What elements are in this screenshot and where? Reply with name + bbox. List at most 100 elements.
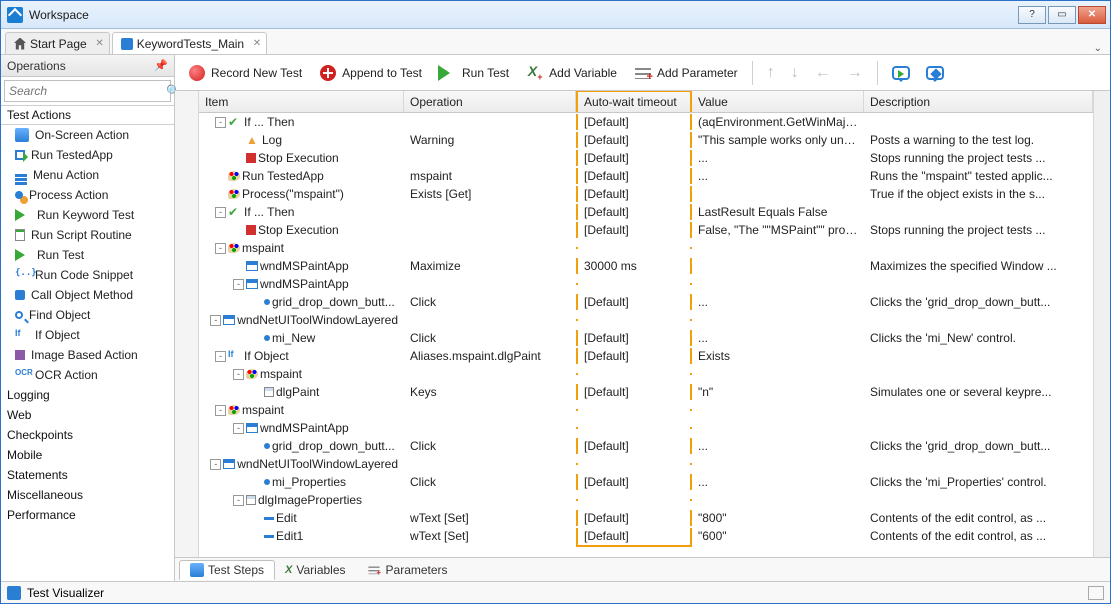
move-right-button[interactable]: → — [841, 62, 869, 84]
category-item[interactable]: Miscellaneous — [1, 485, 174, 505]
close-button[interactable]: ✕ — [1078, 6, 1106, 24]
table-row[interactable]: mi_Properties Click [Default] ... Clicks… — [199, 473, 1093, 491]
category-item[interactable]: Performance — [1, 505, 174, 525]
move-up-button[interactable]: ↑ — [761, 62, 781, 84]
tab-keywordtests-main[interactable]: KeywordTests_Main ✕ — [112, 32, 267, 54]
maximize-button[interactable]: ▭ — [1048, 6, 1076, 24]
table-row[interactable]: -wndMSPaintApp — [199, 275, 1093, 293]
wait-cell: [Default] — [576, 528, 692, 544]
pin-icon[interactable]: 📌 — [154, 59, 168, 72]
description-cell: Contents of the edit control, as ... — [864, 528, 1093, 544]
table-row[interactable]: Process("mspaint") Exists [Get] [Default… — [199, 185, 1093, 203]
operation-item[interactable]: IfIf Object — [1, 325, 174, 345]
comment-tag-button[interactable] — [920, 64, 950, 82]
category-item[interactable]: Checkpoints — [1, 425, 174, 445]
operation-item[interactable]: OCROCR Action — [1, 365, 174, 385]
expand-toggle[interactable]: - — [215, 243, 226, 254]
table-row[interactable]: -wndMSPaintApp — [199, 419, 1093, 437]
close-icon[interactable]: ✕ — [95, 38, 103, 49]
add-variable-button[interactable]: X+Add Variable — [519, 61, 623, 85]
tab-start-page[interactable]: Start Page ✕ — [5, 32, 110, 54]
run-test-button[interactable]: Run Test — [432, 61, 515, 85]
column-auto-wait-timeout[interactable]: Auto-wait timeout — [576, 91, 692, 112]
restore-panel-button[interactable] — [1088, 586, 1104, 600]
expand-toggle[interactable]: - — [210, 315, 221, 326]
description-cell — [864, 409, 1093, 411]
operation-item[interactable]: Run Script Routine — [1, 225, 174, 245]
expand-toggle[interactable]: - — [233, 369, 244, 380]
item-text: If ... Then — [244, 205, 294, 219]
expand-toggle[interactable]: - — [210, 459, 221, 470]
table-row[interactable]: Edit1 wText [Set] [Default] "600" Conten… — [199, 527, 1093, 545]
operation-item[interactable]: Menu Action — [1, 165, 174, 185]
expand-toggle[interactable]: - — [215, 207, 226, 218]
table-row[interactable]: -✔If ... Then [Default] (aqEnvironment.G… — [199, 113, 1093, 131]
expand-toggle[interactable]: - — [233, 495, 244, 506]
tab-test-steps[interactable]: Test Steps — [179, 560, 275, 580]
expand-toggle[interactable]: - — [215, 351, 226, 362]
table-row[interactable]: wndMSPaintApp Maximize 30000 ms Maximize… — [199, 257, 1093, 275]
window-title: Workspace — [29, 8, 1018, 22]
item-text: wndMSPaintApp — [260, 259, 349, 273]
vertical-scrollbar[interactable] — [1093, 91, 1110, 557]
move-down-button[interactable]: ↓ — [785, 62, 805, 84]
search-input[interactable] — [9, 84, 166, 98]
table-row[interactable]: Run TestedApp mspaint [Default] ... Runs… — [199, 167, 1093, 185]
operation-item[interactable]: Find Object — [1, 305, 174, 325]
table-row[interactable]: dlgPaint Keys [Default] "n" Simulates on… — [199, 383, 1093, 401]
category-item[interactable]: Web — [1, 405, 174, 425]
column-operation[interactable]: Operation — [404, 91, 576, 112]
close-icon[interactable]: ✕ — [253, 38, 261, 49]
table-row[interactable]: Edit wText [Set] [Default] "800" Content… — [199, 509, 1093, 527]
operations-search[interactable]: 🔍 — [4, 80, 171, 102]
help-button[interactable]: ? — [1018, 6, 1046, 24]
footer-bar: Test Visualizer — [1, 581, 1110, 603]
table-row[interactable]: -mspaint — [199, 239, 1093, 257]
table-row[interactable]: mi_New Click [Default] ... Clicks the 'm… — [199, 329, 1093, 347]
category-item[interactable]: Mobile — [1, 445, 174, 465]
expand-toggle[interactable]: - — [233, 423, 244, 434]
column-description[interactable]: Description — [864, 91, 1093, 112]
operation-item[interactable]: Run TestedApp — [1, 145, 174, 165]
tab-variables[interactable]: XVariables — [275, 561, 355, 579]
expand-toggle[interactable]: - — [215, 117, 226, 128]
table-row[interactable]: -wndNetUIToolWindowLayered — [199, 455, 1093, 473]
category-test-actions[interactable]: Test Actions — [1, 105, 174, 125]
description-cell: Clicks the 'mi_New' control. — [864, 330, 1093, 346]
append-to-test-button[interactable]: Append to Test — [312, 61, 428, 85]
category-item[interactable]: Statements — [1, 465, 174, 485]
tab-parameters[interactable]: Parameters — [356, 561, 458, 579]
table-row[interactable]: grid_drop_down_butt... Click [Default] .… — [199, 293, 1093, 311]
comment-play-button[interactable] — [886, 64, 916, 82]
item-text: Run TestedApp — [242, 169, 324, 183]
wait-cell — [576, 409, 692, 411]
table-row[interactable]: -wndNetUIToolWindowLayered — [199, 311, 1093, 329]
operation-item[interactable]: Image Based Action — [1, 345, 174, 365]
add-parameter-button[interactable]: Add Parameter — [627, 61, 744, 85]
operation-item[interactable]: On-Screen Action — [1, 125, 174, 145]
expand-toggle[interactable]: - — [215, 405, 226, 416]
table-row[interactable]: Stop Execution [Default] ... Stops runni… — [199, 149, 1093, 167]
column-value[interactable]: Value — [692, 91, 864, 112]
table-row[interactable]: -mspaint — [199, 401, 1093, 419]
table-row[interactable]: -IfIf Object Aliases.mspaint.dlgPaint [D… — [199, 347, 1093, 365]
table-row[interactable]: -✔If ... Then [Default] LastResult Equal… — [199, 203, 1093, 221]
table-row[interactable]: ▲Log Warning [Default] "This sample work… — [199, 131, 1093, 149]
move-left-button[interactable]: ← — [809, 62, 837, 84]
record-new-test-button[interactable]: Record New Test — [181, 61, 308, 85]
category-item[interactable]: Logging — [1, 385, 174, 405]
table-row[interactable]: -dlgImageProperties — [199, 491, 1093, 509]
operation-item[interactable]: Run Keyword Test — [1, 205, 174, 225]
operation-item[interactable]: Process Action — [1, 185, 174, 205]
column-item[interactable]: Item — [199, 91, 404, 112]
visualizer-label[interactable]: Test Visualizer — [27, 586, 104, 600]
expand-toggle[interactable]: - — [233, 279, 244, 290]
table-row[interactable]: Stop Execution [Default] False, "The ""M… — [199, 221, 1093, 239]
operation-item[interactable]: Call Object Method — [1, 285, 174, 305]
test-steps-grid[interactable]: Item Operation Auto-wait timeout Value D… — [199, 91, 1093, 557]
operation-item[interactable]: Run Test — [1, 245, 174, 265]
operation-item[interactable]: {..}Run Code Snippet — [1, 265, 174, 285]
tabs-overflow-button[interactable]: ⌄ — [1094, 43, 1102, 54]
table-row[interactable]: grid_drop_down_butt... Click [Default] .… — [199, 437, 1093, 455]
table-row[interactable]: -mspaint — [199, 365, 1093, 383]
